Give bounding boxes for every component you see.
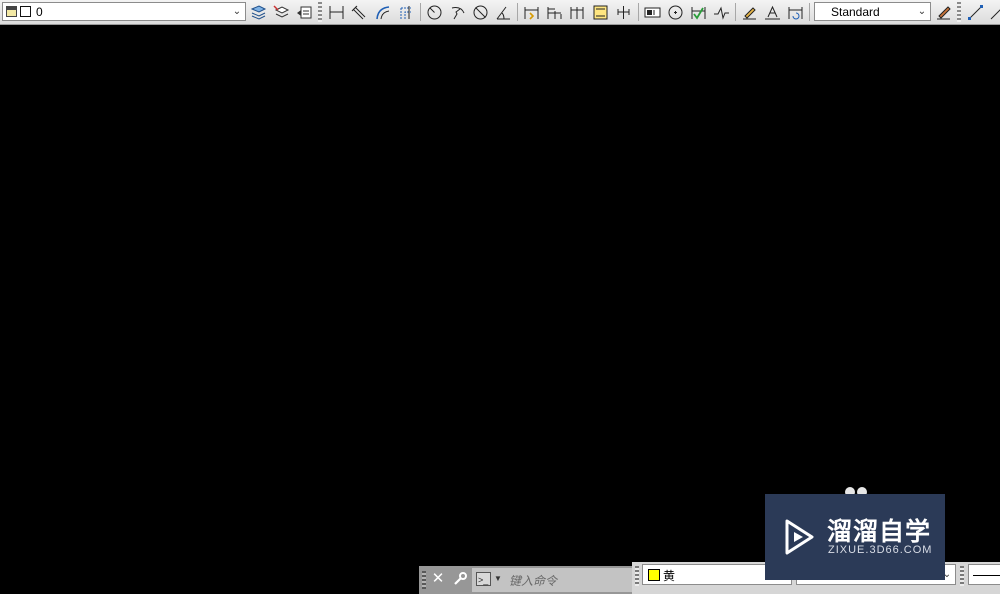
construction-line-icon[interactable] bbox=[988, 3, 1000, 21]
toolbar-separator bbox=[735, 3, 736, 21]
center-mark-icon[interactable] bbox=[666, 3, 684, 21]
jogged-dimension-icon[interactable] bbox=[448, 3, 466, 21]
dimension-style-manager-icon[interactable] bbox=[934, 3, 952, 21]
layer-unlocked-icon[interactable] bbox=[6, 6, 17, 17]
current-layer-name: 0 bbox=[36, 5, 43, 19]
quick-dimension-icon[interactable] bbox=[522, 3, 540, 21]
color-swatch bbox=[648, 569, 660, 581]
layer-dropdown[interactable]: 0 ⌄ bbox=[2, 2, 246, 21]
layer-previous-icon[interactable] bbox=[295, 3, 313, 21]
toolbar-grip[interactable] bbox=[960, 566, 964, 586]
dimension-update-icon[interactable] bbox=[786, 3, 804, 21]
dimension-text-edit-icon[interactable] bbox=[763, 3, 781, 21]
toolbar-grip[interactable] bbox=[635, 566, 639, 586]
color-name: 黄 bbox=[663, 569, 676, 583]
toolbar-separator bbox=[638, 3, 639, 21]
tolerance-icon[interactable] bbox=[643, 3, 661, 21]
watermark-title: 溜溜自学 bbox=[827, 517, 932, 546]
watermark-url: ZIXUE.3D66.COM bbox=[828, 544, 933, 556]
jogged-linear-icon[interactable] bbox=[712, 3, 730, 21]
toolbar-separator bbox=[517, 3, 518, 21]
linear-dimension-icon[interactable] bbox=[327, 3, 345, 21]
command-line-grip[interactable] bbox=[422, 571, 426, 589]
line-icon[interactable] bbox=[966, 3, 984, 21]
lineweight-dropdown[interactable] bbox=[968, 564, 1000, 585]
continue-dimension-icon[interactable] bbox=[568, 3, 586, 21]
dimension-break-icon[interactable] bbox=[614, 3, 632, 21]
arc-length-icon[interactable] bbox=[373, 3, 391, 21]
baseline-dimension-icon[interactable] bbox=[545, 3, 563, 21]
drawing-canvas[interactable] bbox=[0, 25, 1000, 562]
dimension-space-icon[interactable] bbox=[591, 3, 609, 21]
diameter-dimension-icon[interactable] bbox=[471, 3, 489, 21]
toolbar-separator bbox=[420, 3, 421, 21]
chevron-down-icon[interactable]: ⌄ bbox=[916, 4, 928, 19]
top-toolbar: 0 ⌄ Standard ⌄ bbox=[0, 0, 1000, 25]
layer-color-icon bbox=[20, 6, 31, 17]
inspection-icon[interactable] bbox=[689, 3, 707, 21]
toolbar-grip[interactable] bbox=[957, 2, 961, 22]
command-prompt-icon[interactable]: >_ bbox=[476, 572, 491, 586]
dimension-edit-icon[interactable] bbox=[740, 3, 758, 21]
toolbar-separator bbox=[809, 3, 810, 21]
command-placeholder: 键入命令 bbox=[509, 574, 558, 588]
radius-dimension-icon[interactable] bbox=[425, 3, 443, 21]
layer-properties-icon[interactable] bbox=[249, 3, 267, 21]
wrench-icon[interactable] bbox=[452, 571, 468, 587]
toolbar-grip[interactable] bbox=[318, 2, 322, 22]
angular-dimension-icon[interactable] bbox=[494, 3, 512, 21]
dimension-style-dropdown[interactable]: Standard ⌄ bbox=[814, 2, 931, 21]
close-icon[interactable]: ✕ bbox=[430, 571, 446, 587]
watermark-badge: 溜溜自学 ZIXUE.3D66.COM bbox=[765, 494, 945, 580]
make-object-layer-current-icon[interactable] bbox=[272, 3, 290, 21]
lineweight-sample bbox=[973, 575, 1000, 576]
play-logo-icon bbox=[785, 519, 814, 555]
chevron-down-icon[interactable]: ⌄ bbox=[231, 4, 243, 19]
aligned-dimension-icon[interactable] bbox=[350, 3, 368, 21]
chevron-down-icon[interactable]: ▼ bbox=[494, 574, 502, 583]
ordinate-dimension-icon[interactable] bbox=[396, 3, 414, 21]
dimension-style-name: Standard bbox=[831, 5, 880, 19]
